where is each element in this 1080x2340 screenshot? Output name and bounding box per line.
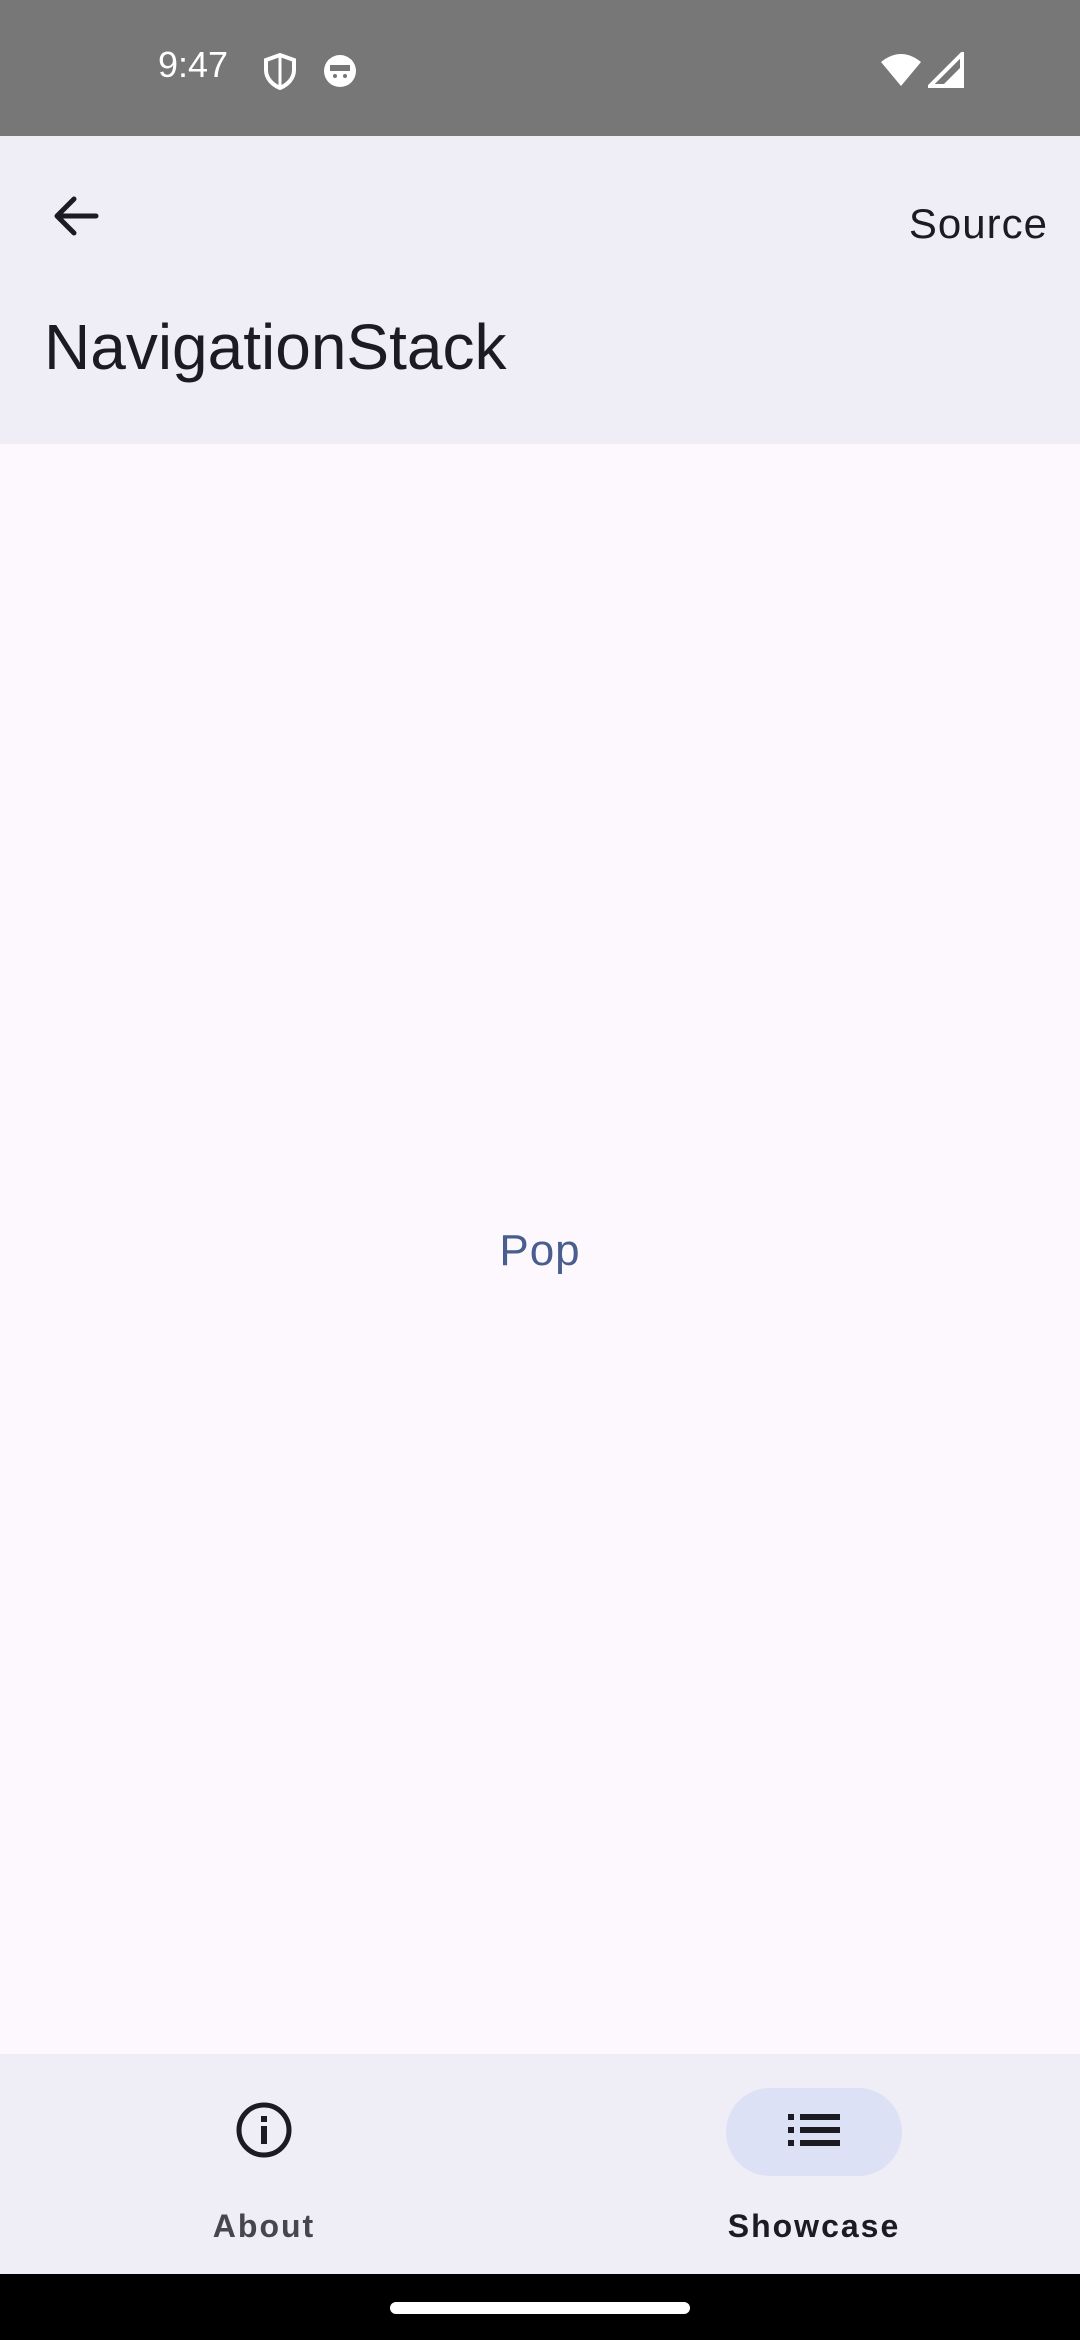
status-time: 9:47 — [158, 44, 229, 85]
top-app-bar — [0, 136, 1080, 444]
nav-label-about: About — [212, 2208, 316, 2244]
nav-item-about[interactable]: About — [88, 2074, 440, 2254]
status-bar: 9:47 — [0, 0, 1080, 136]
list-icon — [786, 2110, 842, 2155]
back-button[interactable] — [28, 170, 124, 266]
info-icon — [234, 2100, 294, 2165]
page-title: NavigationStack — [44, 311, 507, 383]
nav-label-showcase: Showcase — [727, 2208, 901, 2244]
wifi-icon — [880, 52, 922, 90]
arrow-back-icon — [48, 188, 104, 249]
gesture-bar — [0, 2274, 1080, 2340]
signal-icon — [925, 49, 964, 90]
source-button[interactable]: Source — [899, 186, 1058, 262]
home-gesture-handle[interactable] — [390, 2302, 690, 2314]
pop-button[interactable]: Pop — [480, 1216, 600, 1286]
nav-pill-about — [176, 2088, 352, 2176]
face-icon — [322, 52, 358, 90]
nav-pill-showcase — [726, 2088, 902, 2176]
nav-item-showcase[interactable]: Showcase — [638, 2074, 990, 2254]
shield-icon — [262, 52, 298, 91]
